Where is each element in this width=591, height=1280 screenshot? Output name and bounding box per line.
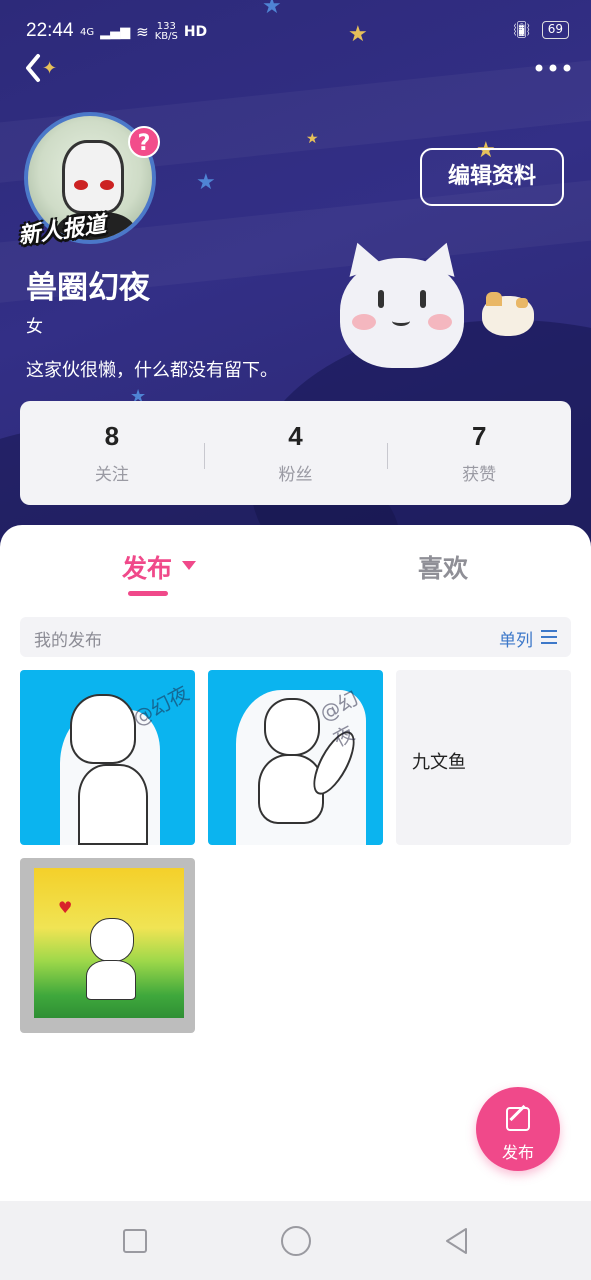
mascot-cat-illustration <box>340 258 464 368</box>
back-arrow-icon: ✦ <box>26 54 57 82</box>
back-button[interactable]: ✦ <box>22 48 62 88</box>
post-thumbnail[interactable]: @幻夜 <box>20 670 195 845</box>
tab-likes[interactable]: 喜欢 <box>418 549 468 585</box>
gender-label: 女 <box>26 317 43 337</box>
wifi-icon: ≋ <box>136 23 149 41</box>
publish-fab-button[interactable]: 发布 <box>476 1087 560 1171</box>
stat-label: 获赞 <box>462 465 497 485</box>
status-bar: 22:44 4G ▂▄▆ ≋ 133 KB/S HD 📳︎ 69 <box>0 0 591 60</box>
heart-doodle: ♥ <box>58 898 73 917</box>
stat-value: 7 <box>471 421 487 451</box>
stat-value: 4 <box>288 421 303 451</box>
svg-text:✦: ✦ <box>42 58 57 79</box>
network-type: 4G <box>80 26 95 38</box>
recent-apps-icon[interactable] <box>123 1229 147 1253</box>
post-text: 九文鱼 <box>412 752 466 773</box>
list-icon[interactable] <box>541 630 557 644</box>
status-icons-left: 4G ▂▄▆ ≋ 133 KB/S HD <box>80 22 207 42</box>
fab-label: 发布 <box>501 1143 534 1162</box>
star-icon: ★ <box>196 170 216 195</box>
stat-likes[interactable]: 7 获赞 <box>387 421 571 485</box>
stat-label: 粉丝 <box>278 465 313 485</box>
stat-label: 关注 <box>94 465 129 485</box>
star-icon: ★ <box>306 131 319 147</box>
username: 兽圈幻夜 <box>26 270 150 306</box>
post-text-card[interactable]: 九文鱼 <box>396 670 571 845</box>
caret-down-icon[interactable] <box>182 561 196 570</box>
tab-publish[interactable]: 发布 <box>122 549 172 585</box>
more-horizontal-icon <box>535 64 571 72</box>
question-badge[interactable]: ? <box>128 126 160 158</box>
stat-followers[interactable]: 4 粉丝 <box>203 421 388 485</box>
battery-indicator: 69 <box>541 20 569 39</box>
system-back-icon[interactable] <box>444 1227 470 1255</box>
filter-bar: 我的发布 单列 <box>20 617 571 657</box>
post-thumbnail[interactable]: @幻夜 <box>208 670 383 845</box>
edit-icon <box>506 1107 530 1131</box>
more-options-button[interactable] <box>533 50 573 86</box>
status-time: 22:44 <box>26 20 74 41</box>
mascot-cat-small-illustration <box>482 292 534 336</box>
post-thumbnail[interactable]: ♥ <box>20 858 195 1033</box>
signal-icon: ▂▄▆ <box>100 24 131 40</box>
net-speed: 133 KB/S <box>155 22 178 42</box>
stat-value: 8 <box>104 421 120 451</box>
filter-label: 我的发布 <box>34 631 102 651</box>
vibrate-icon: 📳︎ <box>511 20 532 39</box>
stats-card: 8 关注 4 粉丝 7 获赞 <box>20 401 571 505</box>
bio-text: 这家伙很懒，什么都没有留下。 <box>26 360 278 381</box>
system-nav-bar <box>0 1201 591 1280</box>
hd-indicator: HD <box>183 24 208 40</box>
view-mode-toggle[interactable]: 单列 <box>499 626 533 651</box>
stat-following[interactable]: 8 关注 <box>20 421 204 485</box>
net-speed-unit: KB/S <box>154 31 178 42</box>
status-icons-right: 📳︎ 69 <box>511 20 569 39</box>
active-tab-indicator <box>128 591 168 596</box>
post-watermark: @幻夜 <box>128 681 193 731</box>
home-icon[interactable] <box>281 1226 311 1256</box>
edit-profile-button[interactable]: 编辑资料 <box>420 148 564 206</box>
